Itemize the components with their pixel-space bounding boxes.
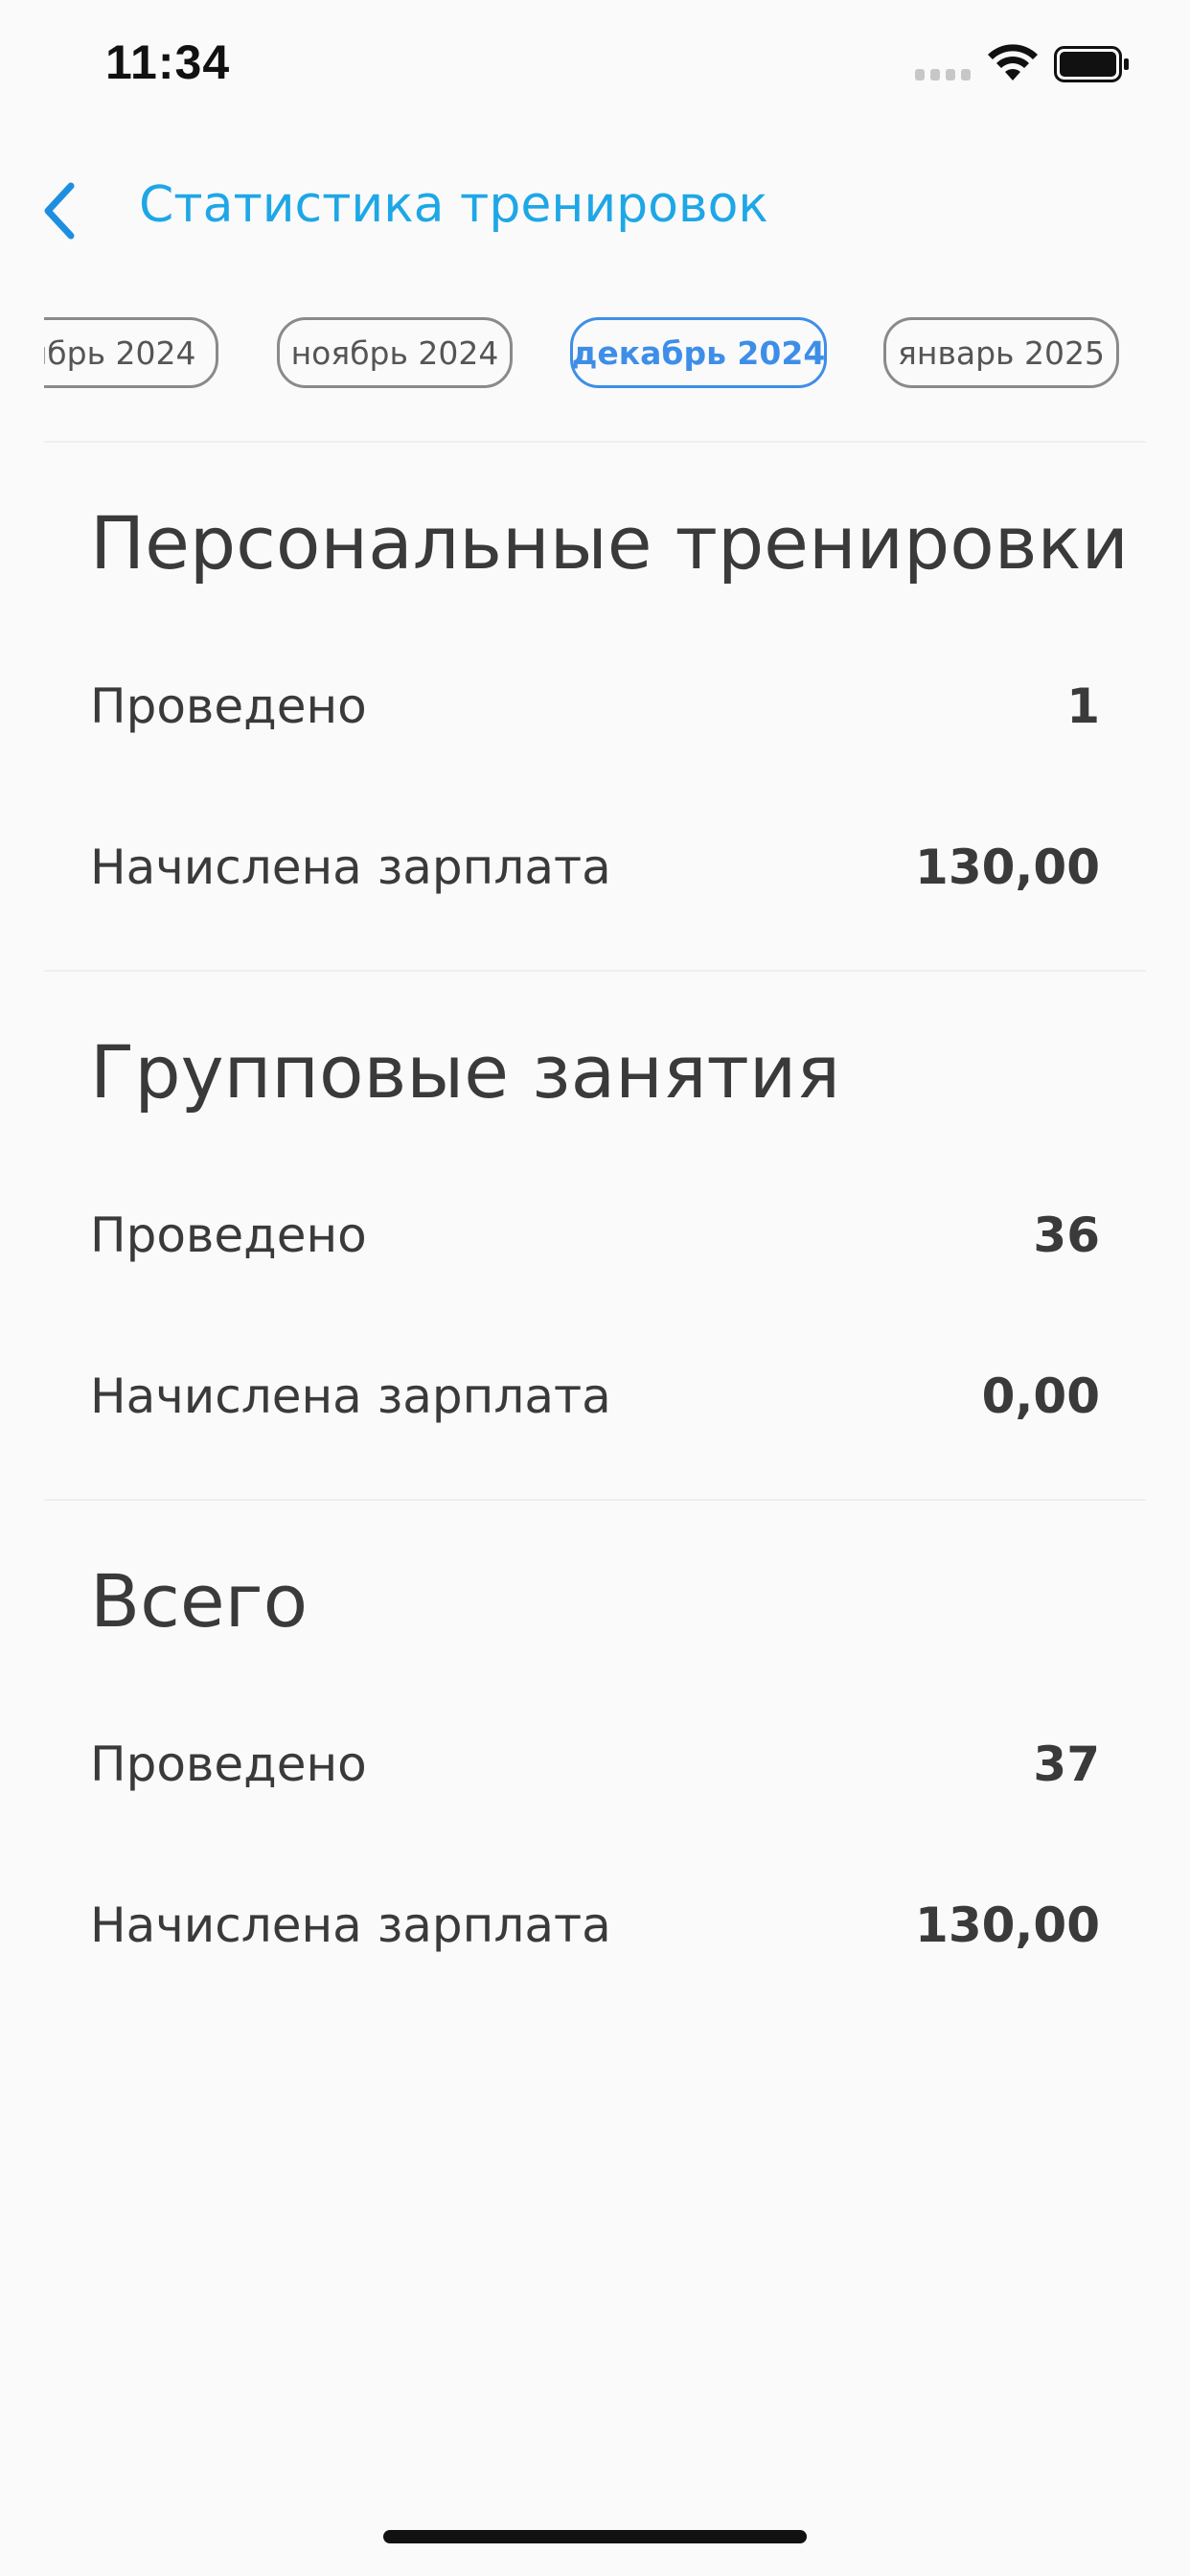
section-title-total: Всего — [90, 1558, 309, 1644]
section-title-group: Групповые занятия — [90, 1029, 840, 1115]
back-button[interactable] — [21, 172, 98, 249]
navigation-bar: Статистика тренировок — [0, 153, 1190, 268]
month-chip-december-2024[interactable]: декабрь 2024 — [570, 317, 827, 388]
row-label-conducted: Проведено — [90, 678, 367, 734]
month-chip-november-2024[interactable]: ноябрь 2024 — [277, 317, 513, 388]
section-title-personal: Персональные тренировки — [90, 500, 1129, 586]
row-value-salary: 0,00 — [981, 1368, 1100, 1424]
row-label-salary: Начислена зарплата — [90, 1898, 611, 1953]
cellular-signal-icon — [915, 69, 971, 82]
row-value-salary: 130,00 — [915, 840, 1100, 895]
page-title: Статистика тренировок — [139, 176, 768, 234]
chevron-left-icon — [44, 182, 75, 240]
row-label-conducted: Проведено — [90, 1736, 367, 1792]
month-chip-january-2025[interactable]: январь 2025 — [883, 317, 1119, 388]
month-selector[interactable]: ябрь 2024 ноябрь 2024 декабрь 2024 январ… — [44, 311, 1146, 398]
row-value-conducted: 1 — [1066, 678, 1100, 734]
row-value-conducted: 37 — [1033, 1736, 1100, 1792]
row-value-conducted: 36 — [1033, 1208, 1100, 1263]
month-chip-october-2024[interactable]: ябрь 2024 — [44, 317, 218, 388]
status-time: 11:34 — [105, 35, 231, 89]
row-label-salary: Начислена зарплата — [90, 840, 611, 895]
battery-icon — [1054, 46, 1131, 82]
wifi-icon — [987, 42, 1039, 82]
row-label-salary: Начислена зарплата — [90, 1368, 611, 1424]
status-bar: 11:34 — [0, 0, 1190, 134]
divider — [44, 970, 1146, 972]
home-indicator[interactable] — [383, 2530, 807, 2543]
row-value-salary: 130,00 — [915, 1898, 1100, 1953]
row-label-conducted: Проведено — [90, 1208, 367, 1263]
divider — [44, 1499, 1146, 1501]
divider — [44, 441, 1146, 443]
